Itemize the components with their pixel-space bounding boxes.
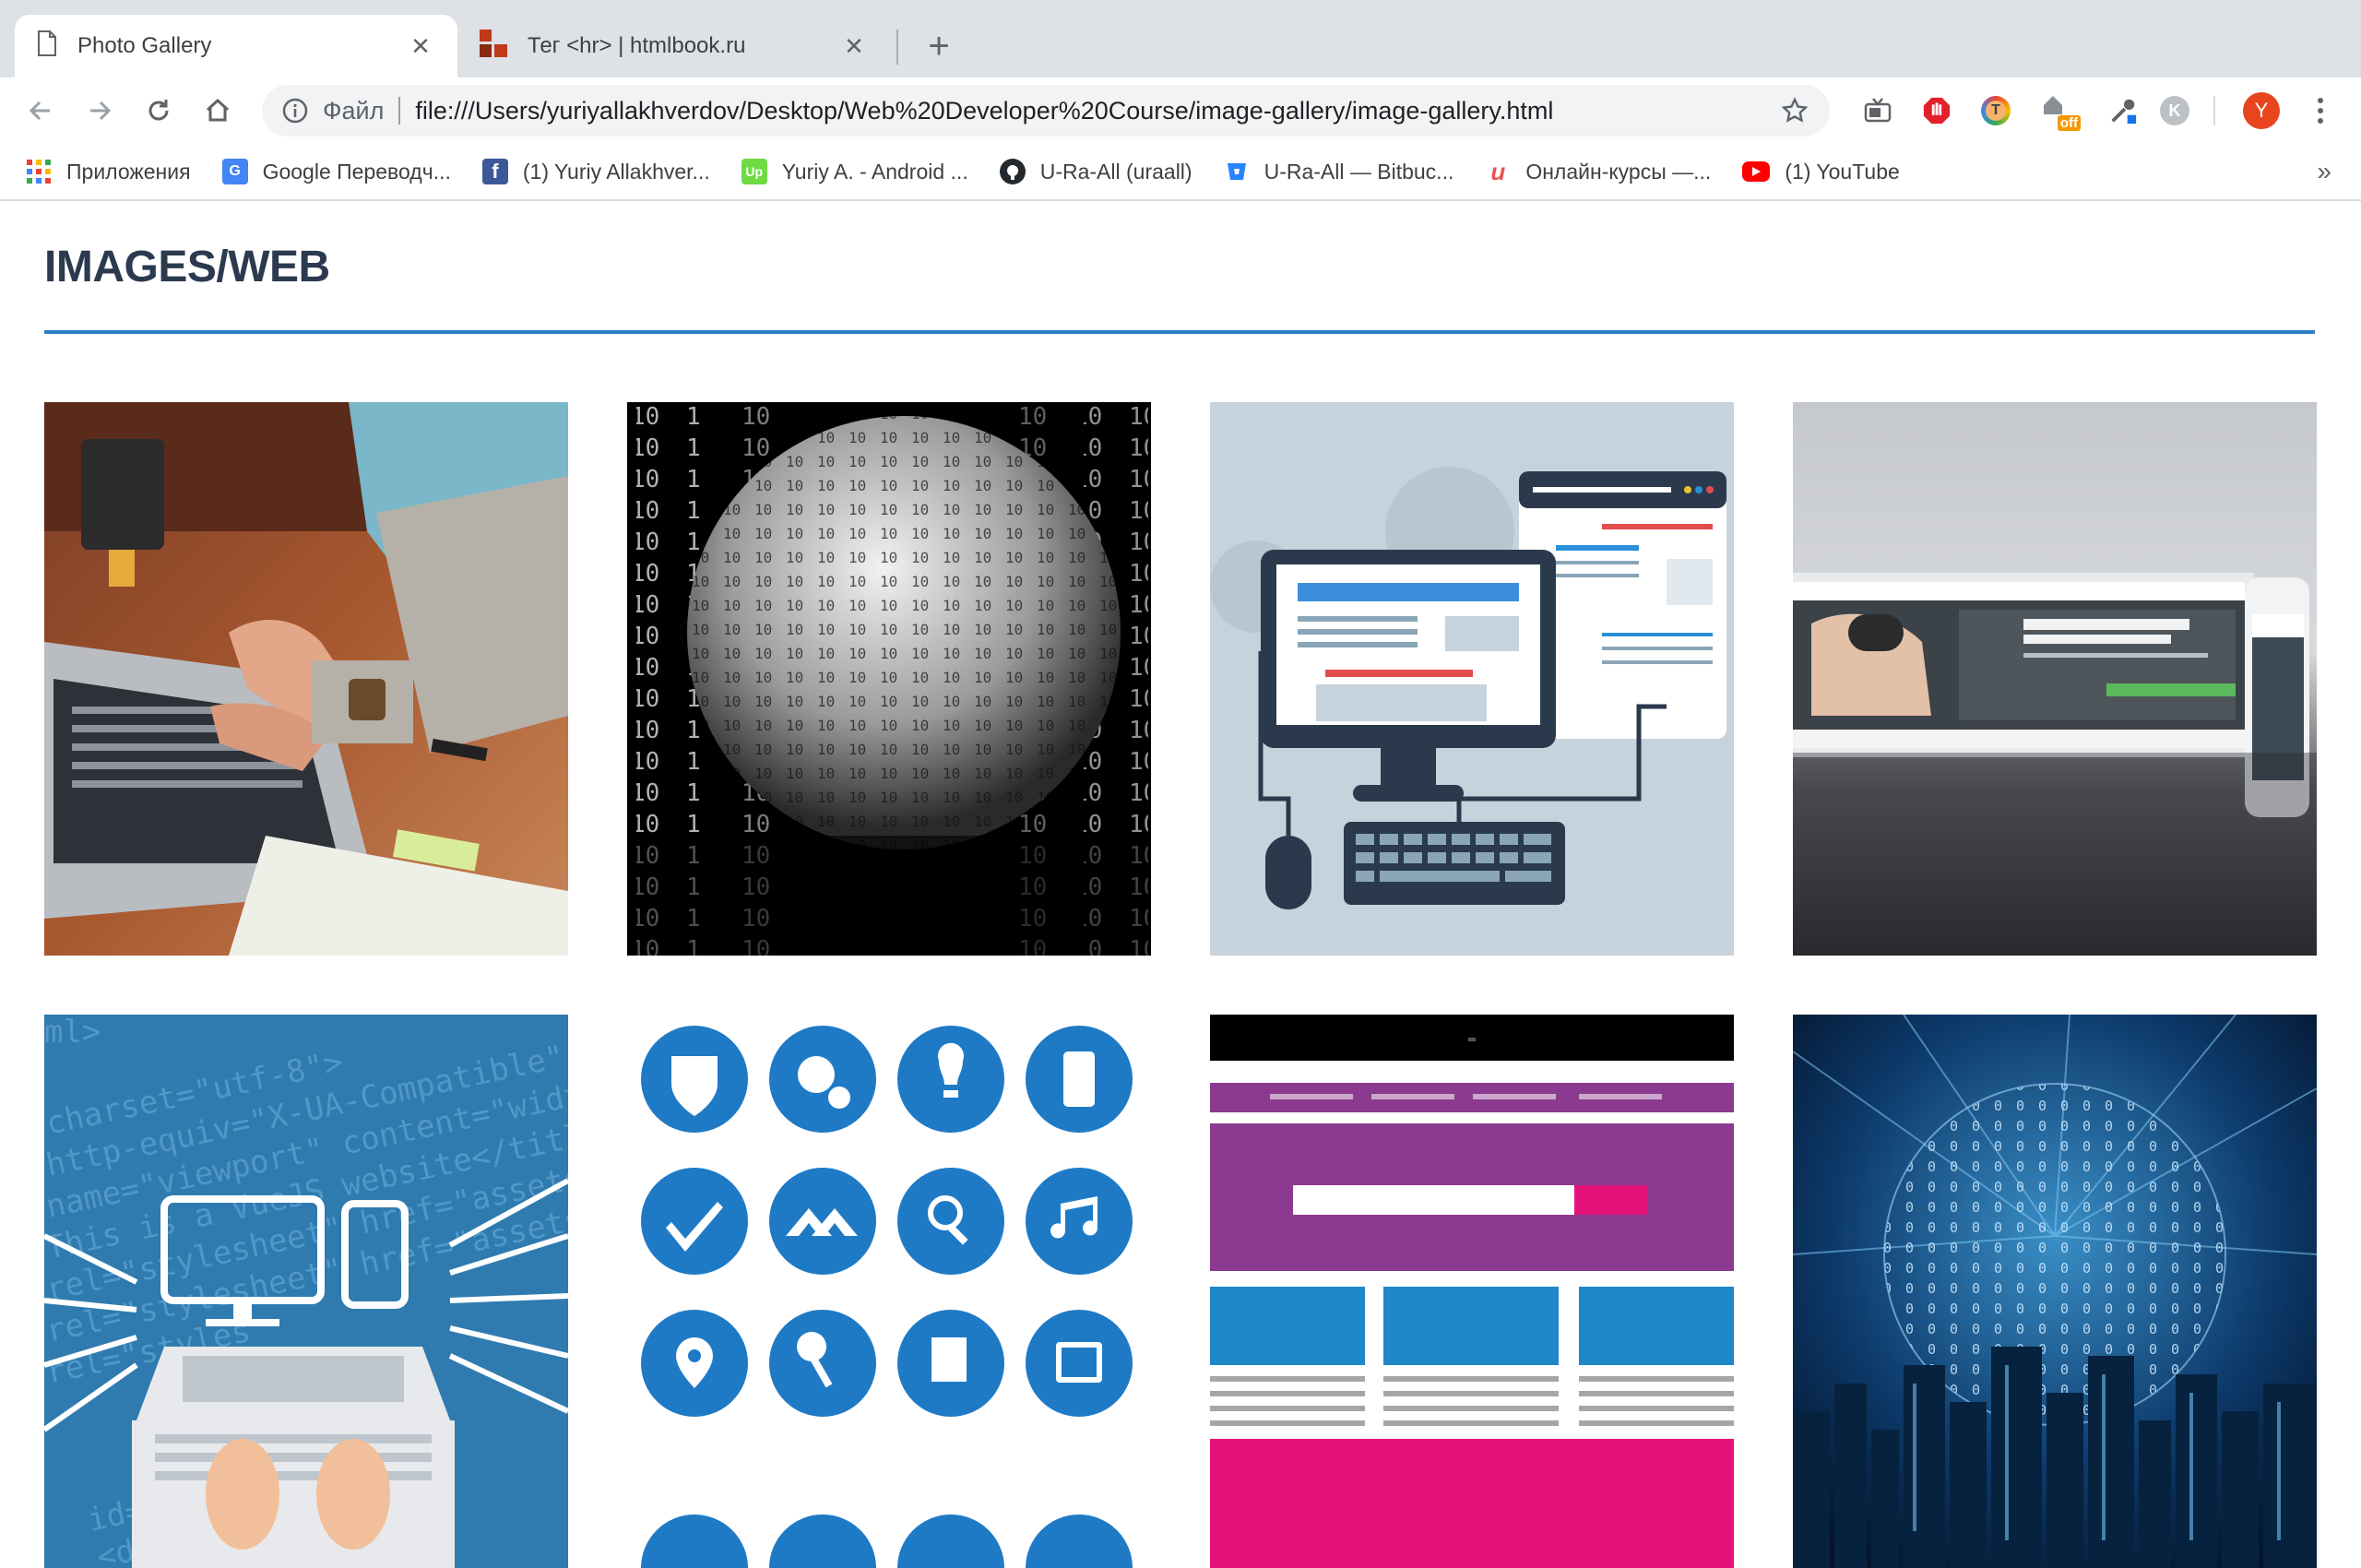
- bookmark-label: U-Ra-All (uraall): [1039, 159, 1192, 184]
- bookmark-label: Приложения: [66, 159, 191, 184]
- htmlbook-favicon-icon: [480, 29, 507, 64]
- info-icon[interactable]: [280, 96, 310, 125]
- bookmark-google-translate[interactable]: G Google Переводч...: [221, 159, 451, 184]
- gallery-image-binary-sphere[interactable]: 10 10: [627, 402, 1151, 956]
- laptop-typing-image: [44, 402, 568, 956]
- html-code-devices-illustration: ml> charset="utf-8"> http-equiv="X-UA-Co…: [44, 1015, 568, 1568]
- omnibox-divider: [398, 97, 401, 125]
- google-translate-icon: G: [221, 159, 248, 184]
- svg-text:ml>: ml>: [44, 1015, 101, 1051]
- new-tab-button[interactable]: +: [919, 26, 959, 66]
- page-content: IMAGES/WEB ml> charset="utf-8"> http-equ…: [0, 203, 2361, 1568]
- gallery-image-blue-icons-grid[interactable]: [627, 1015, 1151, 1568]
- tab-title: Тег <hr> | htmlbook.ru: [528, 33, 746, 58]
- computer-workstation-illustration: [1210, 402, 1734, 956]
- url-scheme-label: Файл: [323, 96, 385, 125]
- tablet-phone-website-photo: [1793, 402, 2317, 956]
- bookmark-label: Yuriy A. - Android ...: [781, 159, 968, 184]
- bookmark-label: Google Переводч...: [262, 159, 451, 184]
- page-icon: [37, 30, 57, 63]
- back-button[interactable]: [18, 89, 63, 133]
- close-icon[interactable]: ✕: [839, 31, 869, 61]
- tab-photo-gallery[interactable]: Photo Gallery ✕: [15, 15, 457, 77]
- bookmark-label: (1) YouTube: [1785, 159, 1900, 184]
- bookmark-label: Онлайн-курсы —...: [1525, 159, 1712, 184]
- bookmark-github[interactable]: U-Ra-All (uraall): [999, 159, 1192, 184]
- udemy-icon: u: [1490, 157, 1506, 185]
- binary-sphere-image: 10 10: [627, 402, 1151, 956]
- website-wireframe-illustration: [1210, 1015, 1734, 1568]
- bookmark-youtube[interactable]: (1) YouTube: [1742, 159, 1900, 184]
- bookmark-label: (1) Yuriy Allakhver...: [522, 159, 710, 184]
- address-bar[interactable]: Файл file:///Users/yuriyallakhverdov/Des…: [262, 85, 1830, 137]
- bitbucket-icon: [1224, 159, 1250, 184]
- gallery-image-laptop-typing-photo[interactable]: [44, 402, 568, 956]
- horizontal-rule: [44, 330, 2315, 334]
- tv-extension-icon[interactable]: [1863, 96, 1892, 125]
- tab-htmlbook[interactable]: Тег <hr> | htmlbook.ru ✕: [457, 15, 891, 77]
- facebook-icon: f: [481, 159, 508, 184]
- binary-city-globe-image: 0: [1793, 1015, 2317, 1568]
- translate-extension-icon[interactable]: T: [1981, 96, 2011, 125]
- reload-button[interactable]: [136, 89, 181, 133]
- bookmark-star-icon[interactable]: [1778, 94, 1811, 127]
- bookmarks-bar: Приложения G Google Переводч... f (1) Yu…: [0, 144, 2361, 201]
- bookmark-udemy[interactable]: u Онлайн-курсы —...: [1485, 157, 1712, 185]
- bookmark-apps[interactable]: Приложения: [26, 159, 191, 184]
- apps-grid-icon: [26, 159, 52, 184]
- close-icon[interactable]: ✕: [406, 31, 435, 61]
- url-text[interactable]: file:///Users/yuriyallakhverdov/Desktop/…: [415, 97, 1778, 125]
- toolbar-divider: [2213, 96, 2215, 125]
- home-icon: [206, 98, 230, 122]
- home-button[interactable]: [196, 89, 240, 133]
- reload-icon: [148, 100, 169, 121]
- gallery-image-tablet-phone-website[interactable]: [1793, 402, 2317, 956]
- bookmarks-overflow-button[interactable]: »: [2317, 157, 2331, 186]
- blue-icons-grid-image: [627, 1015, 1151, 1568]
- gallery-image-binary-city-globe[interactable]: 0: [1793, 1015, 2317, 1568]
- tab-separator: [896, 30, 898, 65]
- bookmark-label: U-Ra-All — Bitbuc...: [1264, 159, 1454, 184]
- eyedropper-extension-icon[interactable]: [2108, 96, 2138, 125]
- github-icon: [999, 159, 1026, 184]
- profile-avatar[interactable]: Y: [2243, 92, 2280, 129]
- bookmark-upwork[interactable]: Up Yuriy A. - Android ...: [741, 159, 968, 184]
- bookmark-bitbucket[interactable]: U-Ra-All — Bitbuc...: [1224, 159, 1454, 184]
- gallery-image-computer-workstation[interactable]: [1210, 402, 1734, 956]
- upwork-icon: Up: [741, 159, 767, 184]
- arrow-right-icon: [90, 101, 112, 121]
- arrow-left-icon: [29, 101, 50, 121]
- page-title: IMAGES/WEB: [44, 243, 330, 291]
- youtube-icon: [1742, 161, 1771, 182]
- gallery-image-html-code-devices[interactable]: ml> charset="utf-8"> http-equiv="X-UA-Co…: [44, 1015, 568, 1568]
- forward-button[interactable]: [77, 89, 122, 133]
- tab-strip: Photo Gallery ✕ Тег <hr> | htmlbook.ru ✕…: [0, 0, 2361, 77]
- tab-title: Photo Gallery: [77, 33, 212, 58]
- browser-toolbar: Файл file:///Users/yuriyallakhverdov/Des…: [0, 77, 2361, 144]
- k-extension-icon[interactable]: K: [2160, 96, 2189, 125]
- extension-off-icon[interactable]: off: [2040, 92, 2081, 131]
- extension-badge: off: [2057, 115, 2081, 131]
- adblock-extension-icon[interactable]: [1922, 96, 1952, 125]
- gallery-image-website-wireframe[interactable]: [1210, 1015, 1734, 1568]
- bookmark-facebook[interactable]: f (1) Yuriy Allakhver...: [481, 159, 710, 184]
- browser-menu-button[interactable]: [2306, 92, 2335, 129]
